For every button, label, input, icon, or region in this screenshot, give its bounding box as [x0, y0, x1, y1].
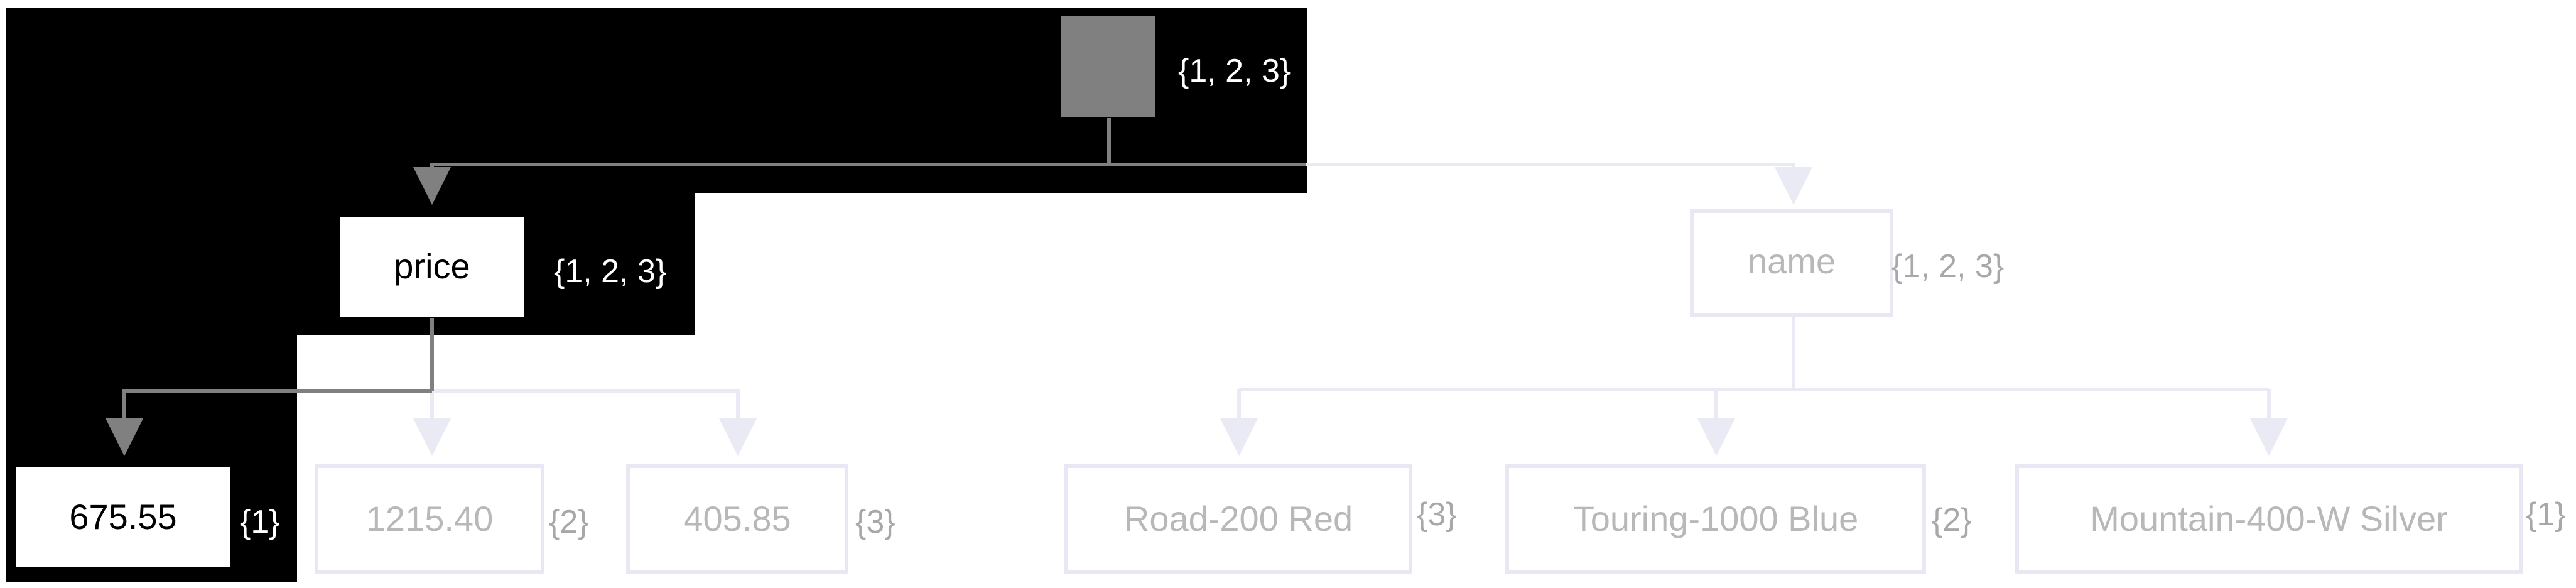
leaf-label: 1215.40 [366, 499, 493, 538]
name-leaf-mountain: Mountain-400-W Silver {1} [2015, 464, 2566, 574]
leaf-set-label: {3} [1417, 496, 1457, 533]
name-set-label: {1, 2, 3} [1891, 248, 2004, 285]
edge-root-to-name [1306, 163, 1812, 205]
leaf-label: Road-200 Red [1124, 499, 1353, 538]
leaf-label: Mountain-400-W Silver [2090, 499, 2448, 538]
price-label: price [394, 246, 470, 286]
tree-diagram: {1, 2, 3} price {1, 2, 3} name {1, 2, 3}… [6, 8, 2566, 582]
leaf-set-label: {1} [2526, 496, 2566, 533]
leaf-set-label: {3} [855, 504, 896, 540]
name-node: name {1, 2, 3} [1690, 209, 2004, 317]
name-leaf-road: Road-200 Red {3} [1064, 464, 1457, 574]
leaf-set-label: {2} [1932, 502, 1972, 538]
edge-price-to-405 [297, 389, 757, 456]
price-leaf-1215: 1215.40 {2} [315, 464, 589, 574]
price-leaf-405: 405.85 {3} [626, 464, 896, 574]
leaf-label: Touring-1000 Blue [1573, 499, 1859, 538]
root-box [1061, 16, 1155, 117]
root-set-label: {1, 2, 3} [1178, 53, 1291, 89]
name-label: name [1748, 241, 1836, 281]
leaf-label: 405.85 [683, 499, 791, 538]
price-set-label: {1, 2, 3} [554, 253, 666, 290]
leaf-set-label: {2} [549, 504, 589, 540]
name-leaf-touring: Touring-1000 Blue {2} [1505, 464, 1972, 574]
leaf-label: 675.55 [69, 497, 176, 536]
leaf-set-label: {1} [240, 504, 280, 540]
